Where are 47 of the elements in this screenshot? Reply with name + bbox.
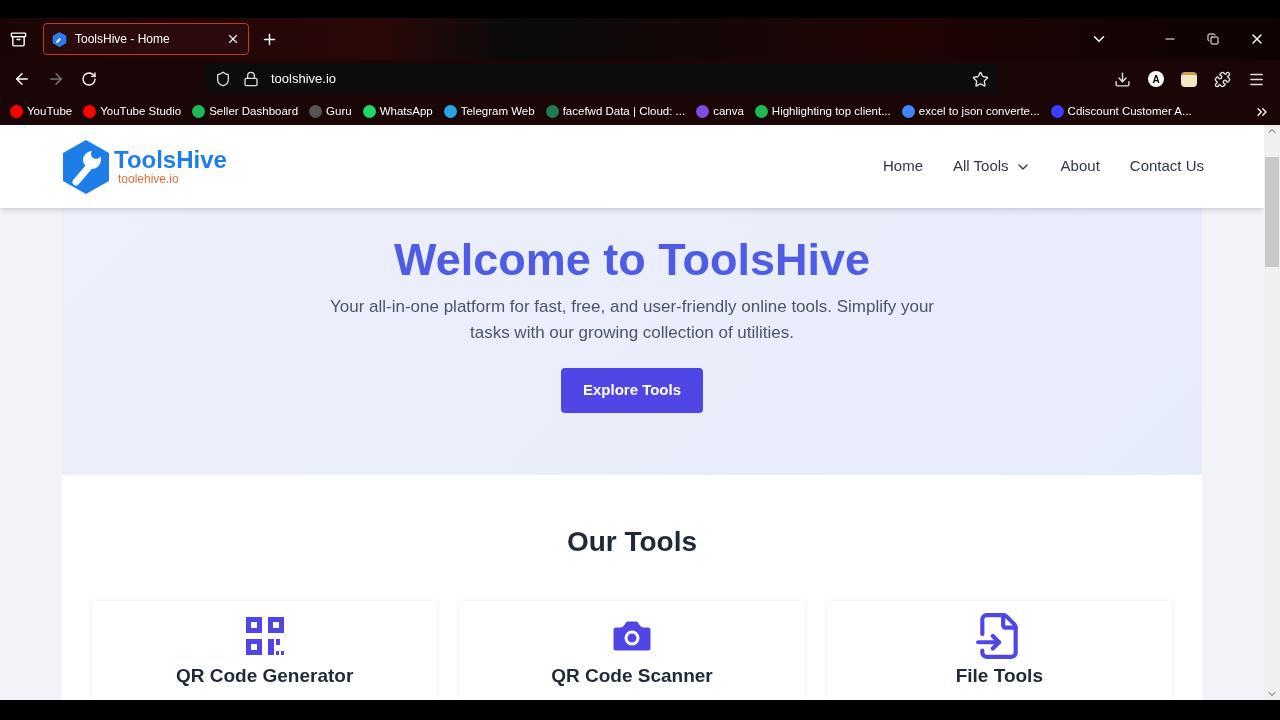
- profile-avatar[interactable]: A: [1148, 71, 1164, 87]
- restore-icon[interactable]: [1207, 33, 1219, 45]
- bookmark-star-icon[interactable]: [972, 70, 989, 88]
- bookmark-link[interactable]: excel to json converte...: [918, 102, 1040, 121]
- extensions-icon[interactable]: [1214, 70, 1231, 88]
- nav-link[interactable]: About: [1060, 155, 1100, 178]
- bookmark-link[interactable]: Seller Dashboard: [209, 102, 299, 121]
- logo-icon: [62, 139, 110, 194]
- nav-dropdown[interactable]: All Tools: [953, 155, 1031, 178]
- bookmark-link[interactable]: Telegram Web: [460, 102, 535, 121]
- section-title: Our Tools: [566, 525, 698, 559]
- shield-icon[interactable]: [215, 71, 231, 87]
- bookmark-link[interactable]: Highlighting top client...: [771, 102, 891, 121]
- download-icon[interactable]: [1114, 70, 1131, 88]
- tool-name: QR Code Generator: [175, 665, 354, 687]
- tool-card[interactable]: QR Code Generator: [92, 601, 438, 700]
- reload-icon[interactable]: [81, 71, 97, 87]
- hero-subtitle: Your all-in-one platform for fast, free, and user-friendly online tools. Simplify your tasks with our growing collection of utilities.: [328, 296, 936, 344]
- bookmark-link[interactable]: canva: [713, 102, 744, 121]
- bookmark-link[interactable]: facefwd Data | Cloud: ...: [562, 102, 686, 121]
- tool-card[interactable]: QR Code Scanner: [459, 601, 805, 700]
- address-bar[interactable]: toolshive.io: [207, 64, 997, 94]
- bookmark-link[interactable]: YouTube: [27, 102, 73, 121]
- tool-name: QR Code Scanner: [551, 665, 713, 687]
- browser-tab[interactable]: ToolsHive - Home: [43, 23, 249, 55]
- close-icon[interactable]: [226, 32, 240, 46]
- bookmark-link[interactable]: Guru: [326, 102, 352, 121]
- logo-name: ToolsHive: [114, 148, 227, 172]
- bookmark-link[interactable]: WhatsApp: [379, 102, 433, 121]
- logo-domain: toolehive.io: [118, 173, 180, 185]
- forward-icon[interactable]: [47, 70, 65, 88]
- scrollbar-thumb[interactable]: [1265, 157, 1279, 267]
- url-text: toolshive.io: [271, 70, 338, 89]
- lock-icon[interactable]: [243, 71, 259, 87]
- back-icon[interactable]: [13, 70, 31, 88]
- tab-overview-icon[interactable]: [10, 30, 27, 48]
- bookmark-link[interactable]: YouTube Studio: [100, 102, 182, 121]
- explore-button[interactable]: Explore Tools: [560, 368, 704, 413]
- tool-name: File Tools: [955, 665, 1043, 687]
- nav-link[interactable]: Home: [883, 155, 923, 178]
- hero-title: Welcome to ToolsHive: [394, 233, 870, 287]
- notepad-icon[interactable]: [1181, 71, 1197, 87]
- tool-card[interactable]: File Tools: [826, 601, 1172, 700]
- qr-code-icon: [243, 615, 286, 657]
- bookmark-link[interactable]: Cdiscount Customer A...: [1067, 102, 1192, 121]
- tab-title: ToolsHive - Home: [75, 31, 171, 48]
- nav-link[interactable]: Contact Us: [1129, 155, 1204, 178]
